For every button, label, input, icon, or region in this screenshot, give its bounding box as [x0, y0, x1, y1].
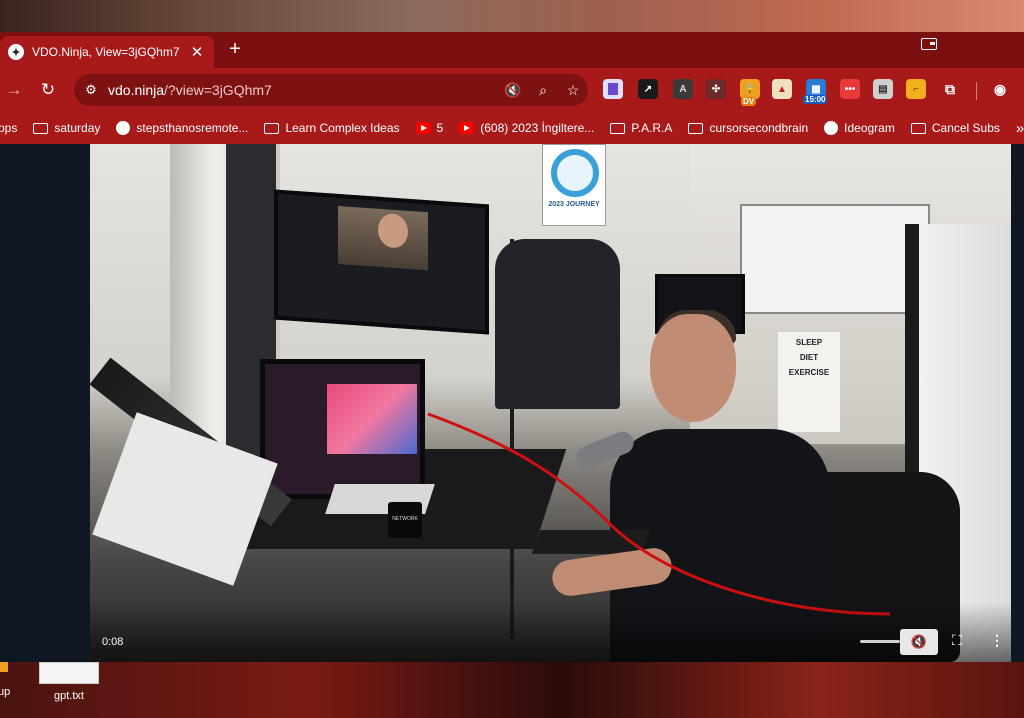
video-player[interactable]: 2023 JOURNEY SLEEP DIET EXERCISE NETWORK… — [90, 144, 1011, 662]
url-path: /?view=3jGQhm7 — [164, 82, 272, 98]
video-time: 0:08 — [102, 636, 124, 648]
desktop-file-gpt[interactable]: gpt.txt — [38, 662, 100, 702]
bookmark-apps[interactable]: pps — [0, 121, 17, 135]
toolbar-separator — [976, 82, 977, 100]
bookmark-label: stepsthanosremote... — [136, 121, 249, 135]
bookmark-label: Cancel Subs — [931, 121, 1000, 135]
bookmark-label: pps — [0, 121, 18, 135]
youtube-icon — [415, 122, 431, 134]
video-controls: 0:08 🔇 ⛶ ⋮ — [90, 620, 1011, 662]
bookmark-label: cursorsecondbrain — [709, 121, 809, 135]
extension-print-icon[interactable]: ▤ — [873, 79, 893, 99]
new-tab-button[interactable]: + — [224, 38, 246, 61]
bookmark-youtube-5[interactable]: 5 — [415, 121, 444, 135]
bookmark-youtube-608[interactable]: (608) 2023 İngiltere... — [459, 121, 594, 135]
extension-arrow-icon[interactable]: ↗ — [638, 79, 658, 99]
magnifier-icon[interactable]: ⌕ — [528, 82, 558, 99]
extension-flag-icon[interactable]: ▲ — [772, 79, 792, 99]
folder-icon — [610, 122, 626, 134]
extension-book-icon[interactable] — [603, 79, 623, 99]
speaker-muted-icon[interactable]: 🔇 — [498, 82, 528, 99]
ideogram-icon — [824, 121, 839, 135]
tab-bar: ✦ VDO.Ninja, View=3jGQhm7 ✕ + — [0, 32, 1024, 68]
github-icon — [116, 121, 131, 135]
extension-lock-badge: DV — [741, 97, 757, 106]
folder-icon — [264, 122, 280, 134]
bookmark-cursorsecondbrain[interactable]: cursorsecondbrain — [688, 121, 808, 135]
wallpaper-bottom-strip — [0, 662, 1024, 718]
volume-slider[interactable] — [860, 640, 900, 643]
extension-puzzle-dark-icon[interactable]: ✣ — [706, 79, 726, 99]
bookmark-ideogram[interactable]: Ideogram — [824, 121, 895, 135]
bookmark-label: saturday — [54, 121, 101, 135]
bookmark-label: (608) 2023 İngiltere... — [480, 121, 595, 135]
tab-vdo-ninja[interactable]: ✦ VDO.Ninja, View=3jGQhm7 ✕ — [0, 36, 214, 68]
tab-search-icon[interactable] — [921, 38, 937, 50]
extension-a-icon[interactable]: A — [673, 79, 693, 99]
page-content: 2023 JOURNEY SLEEP DIET EXERCISE NETWORK… — [0, 144, 1024, 662]
bookmark-para[interactable]: P.A.R.A — [610, 121, 672, 135]
extensions-puzzle-icon[interactable]: ⧉ — [940, 79, 960, 99]
bookmarks-more-button[interactable]: » — [1016, 120, 1024, 137]
youtube-icon — [459, 122, 475, 134]
speaker-muted-icon: 🔇 — [910, 634, 928, 649]
folder-icon — [910, 122, 926, 134]
bookmark-stepsthanosremote[interactable]: stepsthanosremote... — [116, 121, 248, 135]
star-icon[interactable]: ☆ — [558, 82, 588, 99]
folder-icon — [33, 122, 49, 134]
wallpaper-top-strip — [0, 0, 1024, 32]
vdo-ninja-favicon-icon: ✦ — [8, 44, 24, 60]
url-text[interactable]: vdo.ninja/?view=3jGQhm7 — [108, 82, 498, 98]
extension-lock-icon[interactable]: 🔒 — [740, 79, 760, 99]
address-bar[interactable]: ⚙ vdo.ninja/?view=3jGQhm7 🔇 ⌕ ☆ — [74, 74, 588, 106]
red-annotation-line — [427, 412, 891, 616]
browser-window: ✦ VDO.Ninja, View=3jGQhm7 ✕ + → ↻ ⚙ vdo.… — [0, 32, 1024, 662]
bookmark-label: P.A.R.A — [631, 121, 673, 135]
folder-icon — [0, 662, 8, 672]
profile-icon[interactable]: ◉ — [990, 79, 1010, 99]
bookmarks-bar: pps saturday stepsthanosremote... Learn … — [0, 112, 1024, 144]
extension-ruler-icon[interactable]: ⌐ — [906, 79, 926, 99]
bookmark-label: 5 — [436, 121, 444, 135]
close-tab-icon[interactable]: ✕ — [188, 43, 206, 61]
text-file-icon — [39, 662, 99, 684]
bookmark-learn-complex-ideas[interactable]: Learn Complex Ideas — [264, 121, 400, 135]
tune-icon[interactable]: ⚙ — [82, 82, 100, 98]
folder-icon — [688, 122, 704, 134]
desktop-icon-left[interactable]: up — [0, 662, 10, 698]
extension-dots-icon[interactable]: ••• — [840, 79, 860, 99]
bookmark-cancel-subs[interactable]: Cancel Subs — [910, 121, 1000, 135]
desktop-icon-label: up — [0, 686, 11, 698]
forward-arrow-icon[interactable]: → — [4, 80, 24, 100]
bookmark-label: Learn Complex Ideas — [285, 121, 400, 135]
mute-button[interactable]: 🔇 — [900, 629, 938, 655]
desktop-file-label: gpt.txt — [54, 690, 84, 702]
fullscreen-icon[interactable]: ⛶ — [952, 632, 962, 649]
reload-icon[interactable]: ↻ — [38, 80, 58, 100]
extension-calendar-badge: 15:00 — [803, 95, 828, 104]
browser-toolbar: → ↻ ⚙ vdo.ninja/?view=3jGQhm7 🔇 ⌕ ☆ ↗ A … — [0, 68, 1024, 112]
bookmark-label: Ideogram — [844, 121, 895, 135]
more-options-icon[interactable]: ⋮ — [990, 632, 1004, 649]
tab-title: VDO.Ninja, View=3jGQhm7 — [32, 45, 180, 59]
url-host: vdo.ninja — [108, 82, 165, 98]
bookmark-saturday[interactable]: saturday — [33, 121, 100, 135]
